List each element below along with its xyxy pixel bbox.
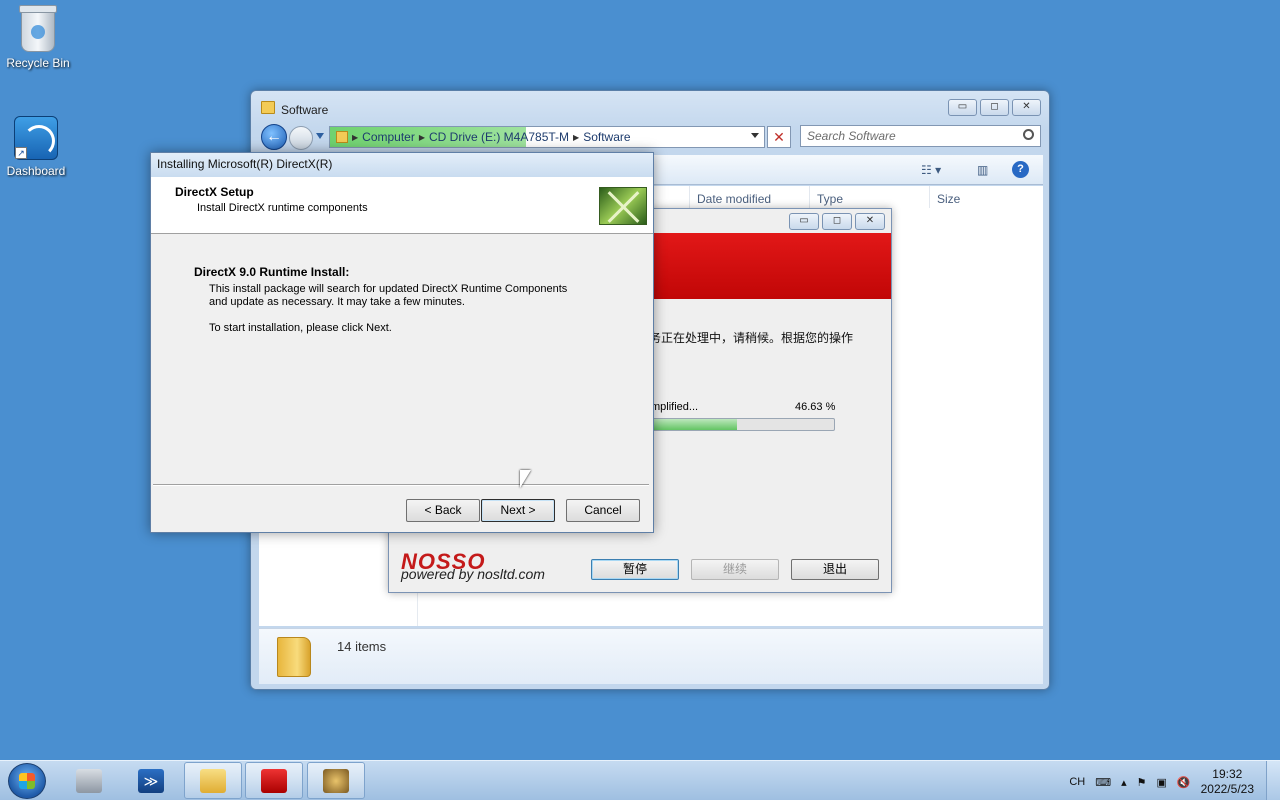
- search-icon[interactable]: [1023, 129, 1034, 140]
- continue-button[interactable]: 继续: [691, 559, 779, 580]
- desktop-icon-recycle-bin[interactable]: Recycle Bin: [0, 5, 76, 70]
- network-icon[interactable]: ▣: [1157, 776, 1167, 789]
- address-bar[interactable]: ▶ Computer ▶ CD Drive (E:) M4A785T-M ▶ S…: [329, 126, 765, 148]
- details-pane: 14 items: [259, 628, 1043, 684]
- language-indicator[interactable]: CH: [1069, 776, 1085, 788]
- file-explorer-icon: [200, 768, 226, 793]
- progress-bar: [651, 418, 835, 431]
- server-manager-icon: [76, 768, 102, 793]
- acrobat-icon: [261, 768, 287, 793]
- desktop-icon-dashboard[interactable]: ↗ Dashboard: [0, 116, 74, 178]
- back-button[interactable]: < Back: [406, 499, 480, 522]
- close-button[interactable]: ✕: [855, 213, 885, 230]
- preview-pane-icon[interactable]: ▥: [977, 163, 988, 177]
- maximize-button[interactable]: ◻: [822, 213, 852, 230]
- directx-setup-dialog: Installing Microsoft(R) DirectX(R) Direc…: [150, 152, 654, 533]
- cancel-button[interactable]: Cancel: [566, 499, 640, 522]
- mouse-cursor-icon: [520, 470, 531, 488]
- folder-icon: [336, 131, 348, 143]
- caption-buttons: ▭ ◻ ✕: [789, 213, 885, 230]
- progress-fill: [652, 419, 737, 430]
- clock[interactable]: 19:32 2022/5/23: [1201, 767, 1254, 797]
- shortcut-arrow-icon: ↗: [15, 147, 27, 159]
- column-header-size[interactable]: Size: [937, 192, 960, 206]
- dialog-title: Installing Microsoft(R) DirectX(R): [151, 153, 653, 177]
- divider: [929, 186, 930, 208]
- pause-button[interactable]: 暂停: [591, 559, 679, 580]
- dashboard-gauge-icon: ↗: [14, 116, 58, 160]
- breadcrumb-cd-drive[interactable]: CD Drive (E:) M4A785T-M: [425, 130, 573, 144]
- next-button[interactable]: Next >: [481, 499, 555, 522]
- minimize-button[interactable]: ▭: [948, 99, 977, 116]
- forward-button[interactable]: [289, 126, 313, 150]
- stop-button[interactable]: ✕: [767, 126, 791, 148]
- address-dropdown-icon[interactable]: [751, 133, 759, 138]
- taskbar-app-acrobat[interactable]: [245, 762, 303, 799]
- view-options-icon[interactable]: ☷ ▾: [921, 163, 941, 177]
- help-icon[interactable]: ?: [1012, 161, 1029, 178]
- desktop-icon-label: Dashboard: [6, 164, 66, 178]
- recycle-bin-icon: [19, 5, 57, 52]
- body-title: DirectX 9.0 Runtime Install:: [194, 265, 350, 279]
- minimize-button[interactable]: ▭: [789, 213, 819, 230]
- divider: [809, 186, 810, 208]
- column-header-type[interactable]: Type: [817, 192, 843, 206]
- clock-date: 2022/5/23: [1200, 782, 1254, 796]
- system-tray: CH ⌨ ▴ ⚑ ▣ 🔇 19:32 2022/5/23: [1069, 767, 1254, 797]
- show-desktop-button[interactable]: [1266, 761, 1280, 800]
- breadcrumb-computer[interactable]: Computer: [358, 130, 419, 144]
- recent-pages-dropdown[interactable]: [316, 133, 324, 139]
- header-subtitle: Install DirectX runtime components: [197, 202, 368, 214]
- item-count: 14 items: [337, 639, 387, 654]
- status-text: 务正在处理中，请稍候。根据您的操作: [649, 331, 854, 345]
- volume-muted-icon[interactable]: 🔇: [1177, 776, 1191, 789]
- body-text: To start installation, please click Next…: [209, 322, 392, 334]
- brand-subtitle: powered by nosltd.com: [401, 566, 545, 582]
- back-button[interactable]: ←: [261, 124, 287, 150]
- maximize-button[interactable]: ◻: [980, 99, 1009, 116]
- keyboard-icon[interactable]: ⌨: [1095, 776, 1111, 789]
- folder-icon: [277, 637, 311, 677]
- directx-logo-icon: [599, 187, 647, 225]
- progress-percent: 46.63 %: [795, 401, 836, 413]
- search-placeholder: Search Software: [807, 129, 896, 143]
- taskbar-app-setup[interactable]: [307, 762, 365, 799]
- clock-time: 19:32: [1212, 767, 1243, 781]
- body-text: This install package will search for upd…: [209, 283, 568, 295]
- taskbar-app-server-manager[interactable]: [60, 762, 118, 799]
- divider: [153, 484, 649, 486]
- desktop-icon-label: Recycle Bin: [6, 56, 70, 70]
- action-center-flag-icon[interactable]: ⚑: [1137, 776, 1147, 789]
- divider: [689, 186, 690, 208]
- close-button[interactable]: ✕: [1012, 99, 1041, 116]
- dialog-header: DirectX Setup Install DirectX runtime co…: [151, 177, 653, 234]
- body-text: and update as necessary. It may take a f…: [209, 296, 465, 308]
- directx-setup-icon: [323, 768, 349, 793]
- taskbar-app-powershell[interactable]: ≫: [122, 762, 180, 799]
- progress-label: mplified...: [651, 401, 699, 413]
- powershell-icon: ≫: [138, 768, 164, 793]
- window-title: Software: [281, 103, 329, 117]
- caption-buttons: ▭ ◻ ✕: [948, 99, 1041, 116]
- column-header-date-modified[interactable]: Date modified: [697, 192, 771, 206]
- folder-icon: [261, 101, 275, 114]
- breadcrumb-software[interactable]: Software: [579, 130, 634, 144]
- search-input[interactable]: Search Software: [800, 125, 1041, 147]
- show-hidden-icons-icon[interactable]: ▴: [1121, 776, 1127, 789]
- taskbar: ≫ CH ⌨ ▴ ⚑ ▣ 🔇 19:32 2022/5/23: [0, 760, 1280, 800]
- start-button[interactable]: [8, 763, 46, 799]
- exit-button[interactable]: 退出: [791, 559, 879, 580]
- taskbar-app-explorer[interactable]: [184, 762, 242, 799]
- header-title: DirectX Setup: [175, 185, 254, 199]
